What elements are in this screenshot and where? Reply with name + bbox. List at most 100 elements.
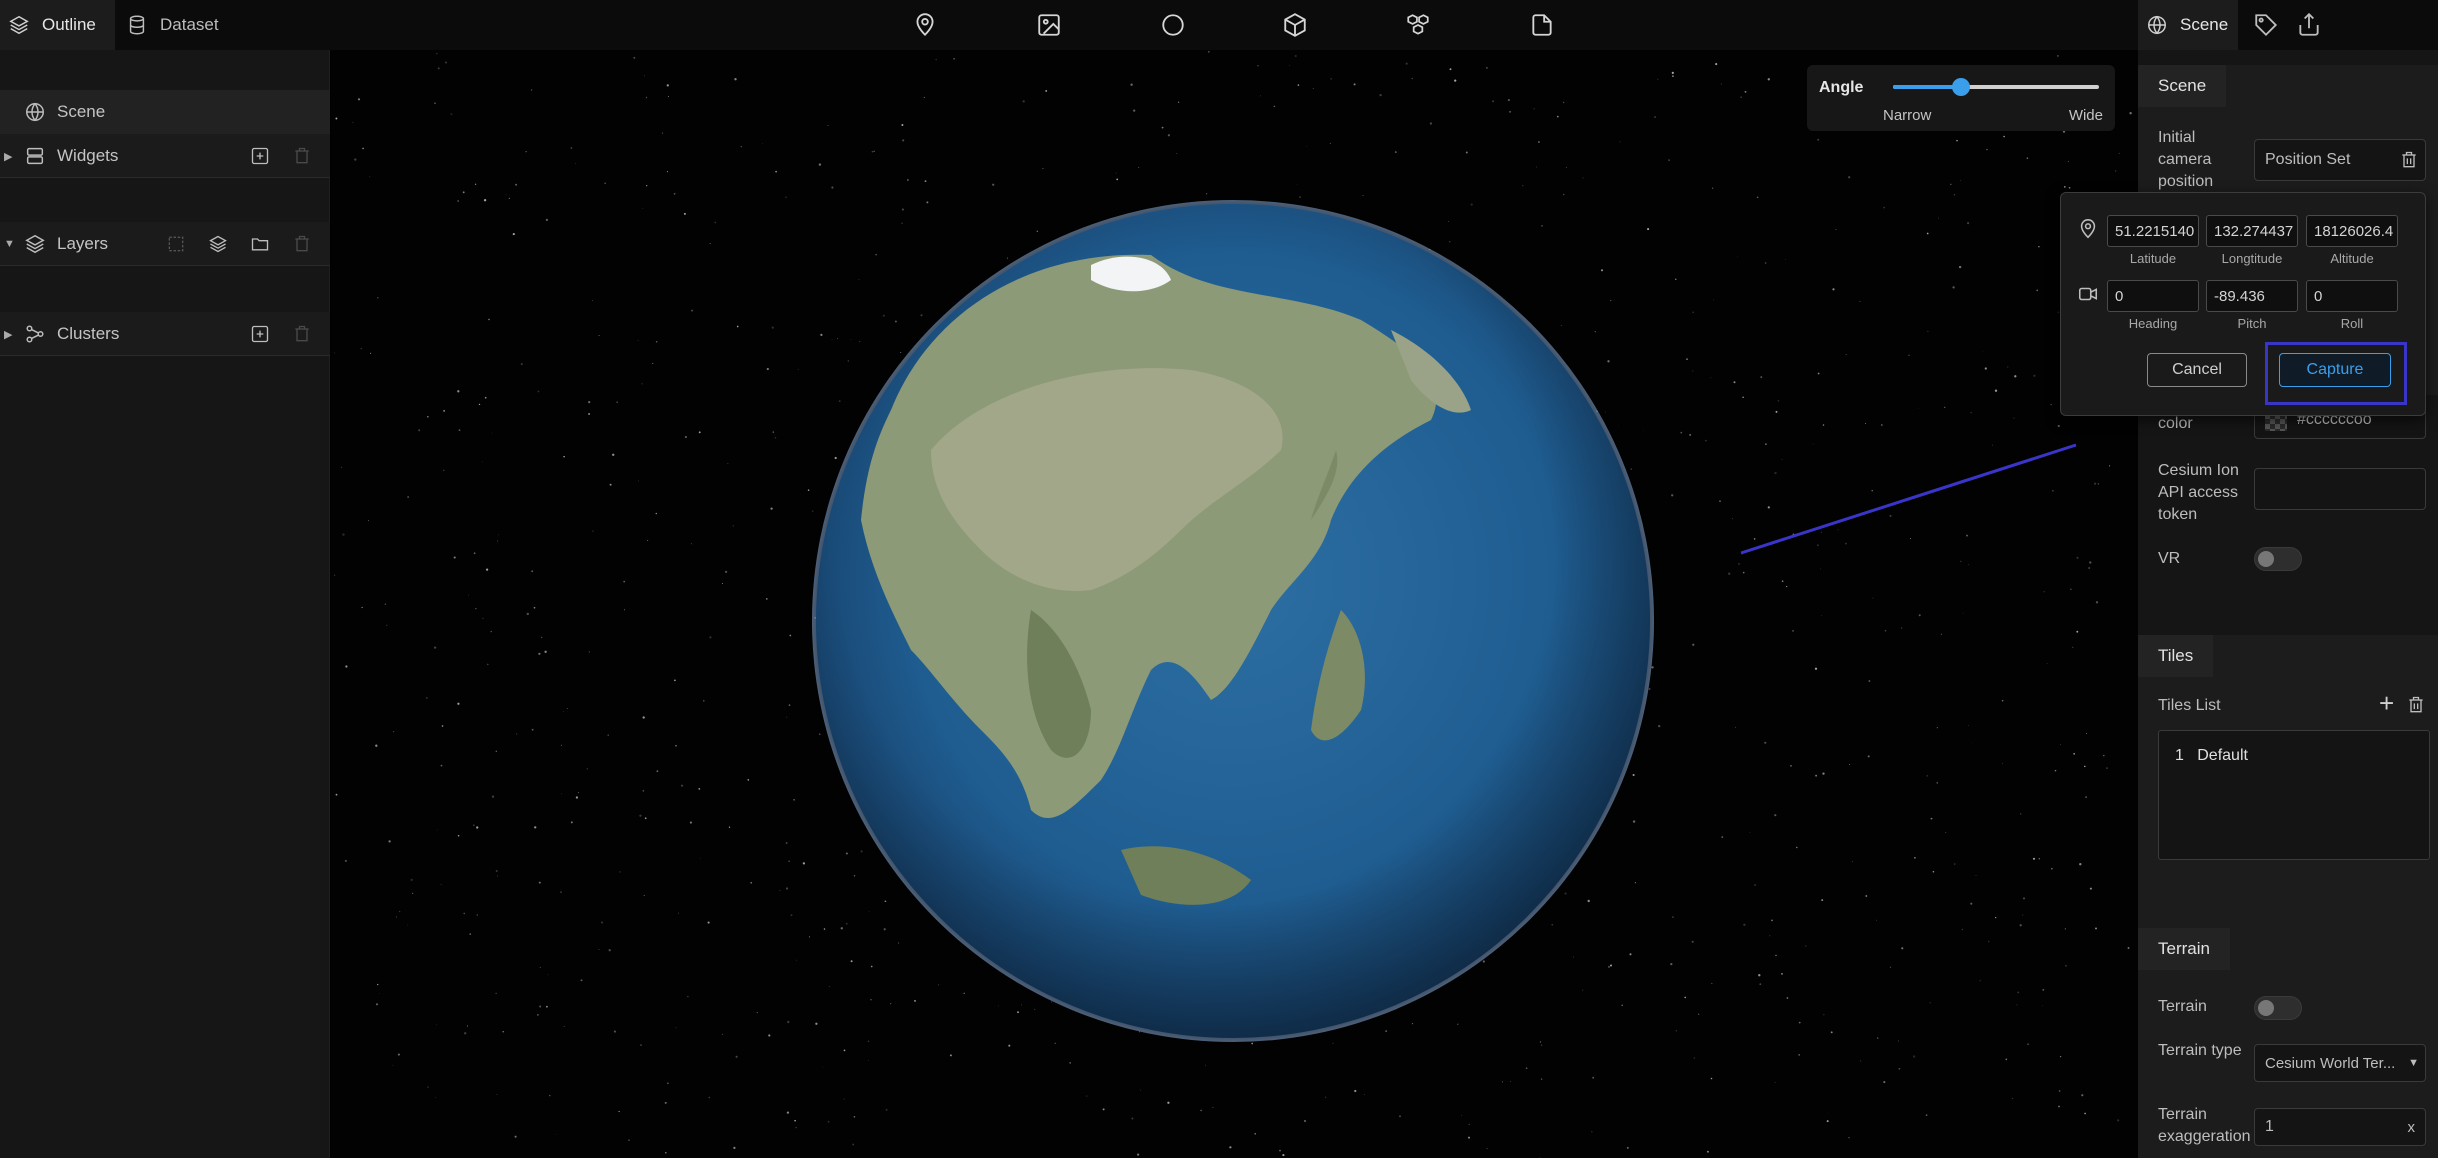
star (1940, 633, 1942, 635)
heading-input[interactable]: 0 (2107, 280, 2199, 312)
star (1771, 919, 1773, 922)
add-tile-button[interactable]: + (2379, 690, 2394, 716)
expand-caret-icon[interactable]: ▶ (4, 150, 12, 163)
tab-publish[interactable] (2294, 10, 2324, 40)
trash-icon[interactable] (2399, 150, 2419, 170)
add-layer-icon[interactable] (208, 234, 228, 254)
trash-icon[interactable] (292, 234, 312, 254)
star (1914, 857, 1916, 859)
star (396, 916, 398, 918)
star (1592, 1076, 1595, 1079)
star (2081, 1094, 2084, 1097)
star (1758, 974, 1761, 977)
star (1329, 142, 1332, 145)
altitude-label: Altitude (2330, 251, 2374, 266)
star (598, 949, 600, 950)
star (822, 1066, 824, 1068)
angle-slider-thumb[interactable] (1951, 78, 1970, 96)
star (1777, 399, 1780, 402)
clear-icon[interactable]: x (2408, 1119, 2416, 1136)
star (1743, 923, 1746, 926)
star (1910, 537, 1911, 539)
star (566, 708, 568, 709)
add-image-button[interactable] (1034, 10, 1064, 40)
trash-icon[interactable] (2406, 695, 2426, 715)
altitude-input[interactable]: 18126026.4 (2306, 215, 2398, 247)
star (495, 992, 497, 995)
star (1851, 861, 1853, 862)
cesium-token-input[interactable] (2254, 468, 2426, 510)
trash-icon[interactable] (292, 324, 312, 344)
star (1740, 96, 1743, 99)
star (335, 117, 338, 120)
star (1167, 134, 1171, 137)
star (1719, 500, 1721, 503)
tab-tags[interactable] (2251, 10, 2281, 40)
collapse-caret-icon[interactable]: ▼ (4, 238, 15, 250)
star (1008, 1044, 1011, 1047)
folder-icon[interactable] (250, 234, 270, 254)
add-file-button[interactable] (1527, 10, 1557, 40)
terrain-toggle[interactable] (2254, 996, 2302, 1020)
star (1022, 100, 1025, 103)
terrain-exaggeration-input[interactable]: 1 x (2254, 1108, 2426, 1146)
outline-item-clusters[interactable]: ▶ Clusters (0, 312, 330, 356)
star (1781, 458, 1783, 460)
list-item[interactable]: 1 Default (2175, 747, 2248, 765)
star (2052, 490, 2054, 492)
map-viewport[interactable] (331, 50, 2138, 1158)
star (525, 151, 527, 153)
star (1984, 367, 1987, 370)
star (1926, 232, 1929, 235)
globe-icon (26, 102, 44, 122)
outline-item-widgets[interactable]: ▶ Widgets (0, 134, 330, 178)
star (1995, 916, 1997, 919)
position-set-field[interactable]: Position Set (2254, 139, 2426, 181)
vr-label: VR (2158, 550, 2181, 567)
globe-canvas[interactable] (331, 50, 2138, 1158)
star (491, 432, 493, 434)
trash-icon[interactable] (292, 146, 312, 166)
star (1845, 354, 1847, 355)
cancel-button[interactable]: Cancel (2147, 353, 2247, 387)
add-model-button[interactable] (1280, 10, 1310, 40)
star (443, 410, 445, 412)
star (1710, 377, 1712, 379)
star (680, 784, 684, 787)
add-3dtiles-button[interactable] (1403, 10, 1433, 40)
pitch-input[interactable]: -89.436 (2206, 280, 2298, 312)
add-cluster-icon[interactable] (250, 324, 270, 344)
add-widget-icon[interactable] (250, 146, 270, 166)
longitude-input[interactable]: 132.274437 (2206, 215, 2298, 247)
star (852, 1143, 855, 1146)
tab-dataset[interactable]: Dataset (126, 0, 246, 50)
tab-outline[interactable]: Outline (0, 0, 115, 50)
star (555, 1134, 557, 1135)
star (691, 309, 694, 312)
star (858, 279, 860, 281)
star (785, 196, 787, 199)
star (1608, 965, 1610, 968)
star (377, 296, 379, 299)
tab-scene[interactable]: Scene (2138, 0, 2238, 50)
star (2012, 1098, 2014, 1099)
roll-input[interactable]: 0 (2306, 280, 2398, 312)
add-sphere-button[interactable] (1158, 10, 1188, 40)
star (1774, 814, 1777, 817)
publish-icon (2299, 12, 2319, 36)
expand-caret-icon[interactable]: ▶ (4, 328, 12, 341)
star (1207, 50, 1210, 53)
star (860, 850, 863, 853)
terrain-type-select[interactable]: Cesium World Ter... ▼ (2254, 1044, 2426, 1082)
vr-toggle[interactable] (2254, 547, 2302, 571)
star (1042, 167, 1044, 170)
outline-item-scene[interactable]: Scene (0, 90, 330, 134)
star (2019, 924, 2022, 927)
angle-slider[interactable] (1893, 78, 2099, 96)
star (1533, 108, 1535, 110)
select-area-icon[interactable] (166, 234, 186, 254)
latitude-input[interactable]: 51.2215140 (2107, 215, 2199, 247)
star (570, 147, 573, 149)
outline-item-layers[interactable]: ▼ Layers (0, 222, 330, 266)
add-marker-button[interactable] (910, 10, 940, 40)
